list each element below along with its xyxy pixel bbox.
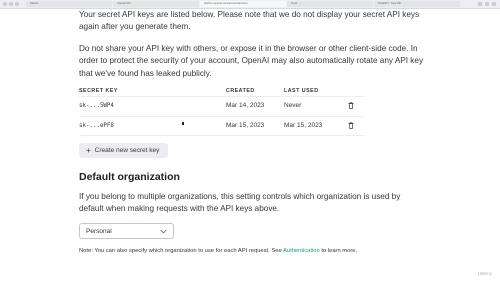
created-date: Mar 14, 2023 xyxy=(226,102,265,109)
table-divider xyxy=(79,116,364,117)
column-header-secret-key: SECRET KEY xyxy=(79,88,118,94)
organization-select[interactable]: Personal xyxy=(79,223,174,239)
watermark-logo: Udemy xyxy=(477,271,492,276)
browser-tab[interactable]: Tools xyxy=(287,1,373,7)
mouse-cursor xyxy=(182,122,184,125)
last-used-date: Mar 15, 2023 xyxy=(284,122,323,129)
trash-icon[interactable] xyxy=(348,102,354,109)
browser-tab[interactable]: OpenAI API xyxy=(113,1,199,7)
column-header-last-used: LAST USED xyxy=(284,88,319,94)
authentication-link[interactable]: Authentication xyxy=(283,248,320,254)
org-description: If you belong to multiple organizations,… xyxy=(79,192,401,214)
browser-tab[interactable]: Sheets xyxy=(26,1,112,7)
chevron-down-icon xyxy=(160,229,167,233)
create-secret-key-button[interactable]: + Create new secret key xyxy=(79,143,168,158)
create-secret-key-label: Create new secret key xyxy=(94,147,160,154)
section-title: Default organization xyxy=(79,171,180,183)
organization-select-value: Personal xyxy=(86,227,112,235)
browser-toolbar-icons[interactable] xyxy=(478,2,496,6)
created-date: Mar 15, 2023 xyxy=(226,122,265,129)
column-header-created: CREATED xyxy=(226,88,255,94)
org-note: Note: You can also specify which organiz… xyxy=(79,248,357,254)
security-paragraph: Do not share your API key with others, o… xyxy=(79,44,424,78)
note-text: Note: You can also specify which organiz… xyxy=(79,248,283,254)
table-divider xyxy=(79,135,364,136)
browser-tab[interactable]: ChatGPT - New Tab xyxy=(374,1,460,7)
intro-paragraph: Your secret API keys are listed below. P… xyxy=(79,10,420,32)
secret-key-value: sk-...5WP4 xyxy=(79,103,114,109)
note-text-end: to learn more. xyxy=(319,248,358,254)
trash-icon[interactable] xyxy=(348,122,354,129)
browser-tabs: Sheets OpenAI API platform.openai.com/ac… xyxy=(26,1,460,7)
plus-icon: + xyxy=(86,145,91,155)
window-controls[interactable] xyxy=(3,2,19,6)
last-used-date: Never xyxy=(284,102,302,109)
browser-chrome: Sheets OpenAI API platform.openai.com/ac… xyxy=(0,0,500,9)
browser-tab-active[interactable]: platform.openai.com/account/api-keys xyxy=(200,1,286,7)
secret-key-value: sk-...ePF8 xyxy=(79,123,114,129)
table-divider xyxy=(79,96,364,97)
